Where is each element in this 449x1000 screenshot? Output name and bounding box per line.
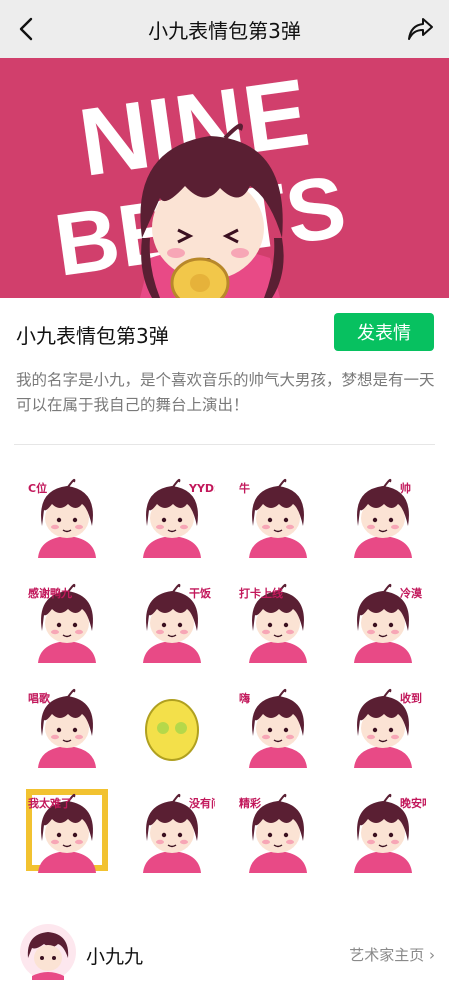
sticker-caption: 精彩 — [239, 796, 261, 810]
sticker-caption: 我太难了 — [28, 796, 72, 810]
sticker-cool-icon: 帅 — [354, 478, 413, 558]
sticker-item[interactable]: 我太难了 — [14, 777, 120, 882]
sticker-item[interactable]: 精彩 — [225, 777, 331, 882]
sticker-item[interactable]: 收到 — [331, 672, 437, 777]
sticker-item[interactable]: C位 — [14, 462, 120, 567]
sticker-caption: 打卡上线 — [239, 586, 283, 600]
sticker-eat-icon: 收到 — [354, 688, 422, 768]
sticker-sleep-icon: 晚安吧 — [354, 793, 426, 873]
sticker-thanks-icon: 感谢鸭九 — [28, 583, 96, 663]
chevron-right-icon: › — [424, 946, 435, 964]
sticker-caption: YYDS — [188, 482, 215, 495]
sticker-caption: 唱歌 — [28, 691, 51, 705]
sticker-item[interactable]: 嗨 — [225, 672, 331, 777]
banner-illustration: NINE BEATS — [0, 58, 449, 298]
sticker-cymbal-icon: 嗨 — [239, 688, 307, 768]
back-icon[interactable] — [12, 14, 42, 44]
artist-name: 小九九 — [86, 946, 144, 968]
sticker-caption: 冷漠 — [400, 586, 423, 600]
sticker-caption: 晚安吧 — [400, 796, 426, 810]
sticker-online-icon: 打卡上线 — [239, 583, 307, 663]
sticker-item[interactable] — [120, 672, 226, 777]
divider — [14, 444, 435, 445]
sticker-caption: 帅 — [400, 481, 411, 495]
sticker-guitar-icon: C位 — [28, 478, 96, 558]
artist-homepage-link[interactable]: 艺术家主页 › — [349, 944, 435, 965]
sticker-item[interactable]: 感谢鸭九 — [14, 567, 120, 672]
sticker-sing-icon: 唱歌 — [28, 688, 96, 768]
pack-banner: NINE BEATS — [0, 58, 449, 298]
sticker-item[interactable]: 牛 — [225, 462, 331, 567]
sticker-drum-icon: 精彩 — [239, 793, 307, 873]
share-icon[interactable] — [405, 15, 435, 43]
sticker-item[interactable]: 冷漠 — [331, 567, 437, 672]
sticker-item[interactable]: 干饭 — [120, 567, 226, 672]
send-sticker-button[interactable]: 发表情 — [334, 313, 434, 351]
pack-title: 小九表情包第3弹 — [16, 324, 169, 348]
pack-description: 我的名字是小九，是个喜欢音乐的帅气大男孩，梦想是有一天可以在属于我自己的舞台上演… — [16, 371, 435, 414]
sticker-item[interactable]: YYDS — [120, 462, 226, 567]
sticker-item[interactable]: 没有问题 — [120, 777, 226, 882]
sticker-niu-icon: 牛 — [239, 478, 307, 558]
artist-homepage-label: 艺术家主页 — [349, 946, 425, 964]
sticker-caption: 干饭 — [189, 586, 211, 600]
page-title: 小九表情包第3弹 — [148, 18, 301, 43]
artist-row[interactable]: 小九九 艺术家主页 › — [0, 918, 449, 990]
sticker-item[interactable]: 帅 — [331, 462, 437, 567]
navigation-bar: 小九表情包第3弹 — [0, 0, 449, 58]
sticker-caption: 嗨 — [239, 691, 250, 705]
artist-avatar[interactable] — [20, 924, 76, 980]
sticker-lemon-icon — [145, 698, 200, 761]
sticker-item[interactable]: 打卡上线 — [225, 567, 331, 672]
sticker-ok-icon: 没有问题 — [143, 793, 215, 873]
sticker-caption: 感谢鸭九 — [28, 586, 72, 600]
sticker-keytar-icon: 冷漠 — [354, 583, 423, 663]
sticker-item[interactable]: 晚安吧 — [331, 777, 437, 882]
sticker-work-icon: 干饭 — [143, 583, 211, 663]
sticker-caption: 收到 — [400, 691, 422, 705]
sticker-caption: 没有问题 — [189, 796, 215, 810]
sticker-cry-icon: 我太难了 — [25, 788, 108, 873]
sticker-item[interactable]: 唱歌 — [14, 672, 120, 777]
sticker-grid: C位 YYDS 牛 帅感谢鸭九 干饭 打卡上线 冷漠唱歌 嗨 收到我太难了 没有问题 精彩 晚安吧 — [14, 462, 436, 882]
sticker-yyds-icon: YYDS — [143, 478, 215, 558]
sticker-caption: C位 — [28, 481, 47, 495]
sticker-caption: 牛 — [239, 481, 250, 495]
